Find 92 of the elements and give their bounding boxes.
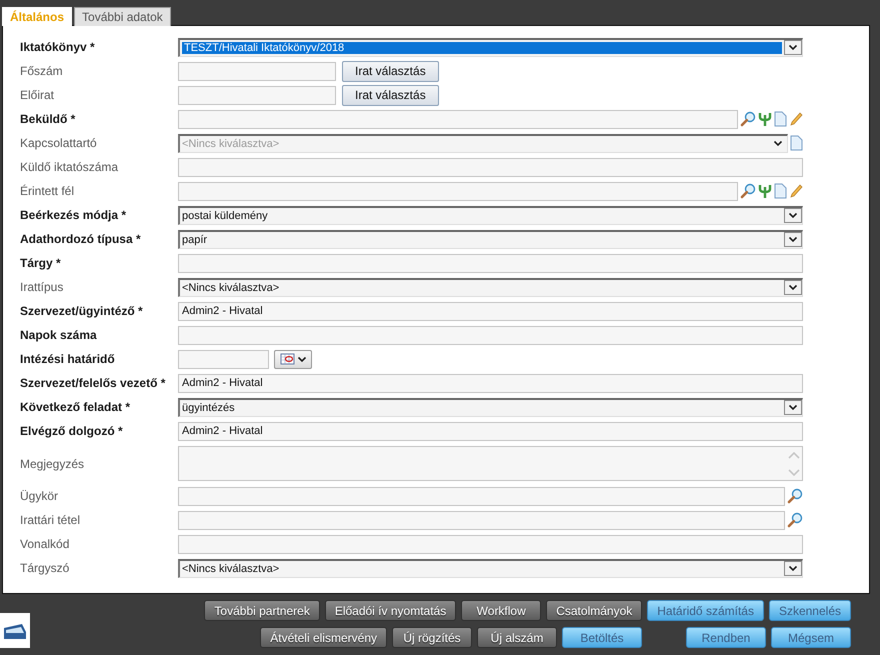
action-button[interactable]: Rendben	[686, 627, 766, 648]
field-label: Adathordozó típusa *	[20, 232, 142, 246]
chevron-icon	[773, 140, 783, 147]
input-field[interactable]	[178, 486, 785, 506]
field-label: Megjegyzés	[20, 456, 86, 470]
selected-value: ügyintézés	[182, 402, 236, 414]
action-button[interactable]: Új alszám	[477, 627, 557, 648]
dropdown-button[interactable]	[784, 280, 802, 295]
field-label: Ügykör	[20, 489, 60, 503]
select-field[interactable]: TESZT/Hivatali Iktatókönyv/2018	[178, 38, 803, 56]
fork-icon[interactable]	[758, 183, 772, 199]
fork-icon[interactable]	[758, 111, 772, 127]
input-field[interactable]	[178, 510, 785, 530]
scanner-icon[interactable]	[0, 613, 30, 648]
calendar-icon	[280, 353, 296, 365]
select-field[interactable]: <Nincs kiválasztva>	[178, 278, 803, 296]
input-field[interactable]	[178, 326, 803, 344]
dropdown-button[interactable]	[784, 232, 802, 247]
input-field[interactable]	[178, 62, 336, 80]
selected-value: <Nincs kiválasztva>	[182, 282, 280, 294]
document-icon[interactable]	[774, 183, 787, 199]
search-icon[interactable]	[787, 512, 803, 528]
field-label: Szervezet/felelős vezető *	[20, 376, 166, 390]
select-document-button[interactable]: Irat választás	[342, 60, 439, 82]
action-button[interactable]: Mégsem	[771, 627, 851, 648]
action-button[interactable]: További partnerek	[204, 600, 320, 621]
search-icon[interactable]	[740, 111, 756, 127]
chevron-icon	[788, 212, 798, 219]
select-document-button[interactable]: Irat választás	[342, 84, 439, 106]
field-label: Tárgy *	[20, 256, 62, 270]
selected-value: papír	[182, 234, 208, 246]
field-label: Következő feladat *	[20, 400, 132, 414]
input-field[interactable]	[178, 534, 803, 554]
action-button[interactable]: Előadói ív nyomtatás	[324, 600, 456, 621]
selected-value: TESZT/Hivatali Iktatókönyv/2018	[182, 42, 782, 54]
document-icon[interactable]	[790, 135, 803, 151]
chevron-icon	[788, 404, 798, 411]
field-label: Irattári tétel	[20, 513, 82, 527]
action-button[interactable]: Átvételi elismervény	[260, 627, 387, 648]
input-field[interactable]	[178, 254, 803, 272]
chevron-icon	[788, 44, 798, 51]
action-button[interactable]: Határidő számítás	[647, 600, 764, 621]
input-field[interactable]	[178, 350, 269, 368]
dropdown-button[interactable]	[784, 208, 802, 223]
input-field[interactable]: Admin2 - Hivatal	[178, 422, 803, 440]
field-label: Iktatókönyv *	[20, 40, 96, 54]
chevron-icon	[788, 565, 798, 572]
selected-value: postai küldemény	[182, 210, 269, 222]
selected-value: <Nincs kiválasztva>	[182, 138, 280, 150]
action-button[interactable]: Workflow	[461, 600, 542, 621]
dropdown-button[interactable]	[784, 400, 802, 415]
pencil-icon[interactable]	[789, 183, 803, 199]
input-field[interactable]	[178, 110, 738, 128]
field-label: Beérkezés módja *	[20, 208, 128, 222]
field-label: Előirat	[20, 88, 56, 102]
dropdown-button[interactable]	[784, 561, 802, 576]
tab[interactable]: További adatok	[74, 7, 171, 26]
input-field[interactable]	[178, 158, 803, 176]
field-label: Főszám	[20, 64, 64, 78]
action-button[interactable]: Új rögzítés	[392, 627, 472, 648]
field-label: Szervezet/ügyintéző *	[20, 304, 144, 318]
field-label: Elvégző dolgozó *	[20, 424, 124, 438]
field-label: Vonalkód	[20, 537, 70, 551]
input-field[interactable]	[178, 86, 336, 104]
document-icon[interactable]	[774, 111, 787, 127]
input-field[interactable]	[178, 182, 738, 200]
action-button[interactable]: Csatolmányok	[546, 600, 642, 621]
calendar-button[interactable]	[274, 350, 312, 368]
field-label: Beküldő *	[20, 112, 76, 126]
field-label: Kapcsolattartó	[20, 136, 98, 150]
input-field[interactable]: Admin2 - Hivatal	[178, 374, 803, 392]
select-field[interactable]: <Nincs kiválasztva>	[178, 558, 803, 578]
field-label: Napok száma	[20, 328, 98, 342]
pencil-icon[interactable]	[789, 111, 803, 127]
field-label: Irattípus	[20, 280, 64, 294]
select-field[interactable]: postai küldemény	[178, 206, 803, 224]
dropdown-button[interactable]	[784, 40, 802, 55]
chevron-icon	[788, 236, 798, 243]
search-icon[interactable]	[740, 183, 756, 199]
input-field[interactable]: Admin2 - Hivatal	[178, 302, 803, 320]
field-label: Intézési határidő	[20, 352, 116, 366]
field-label: Küldő iktatószáma	[20, 160, 120, 174]
select-field[interactable]: ügyintézés	[178, 398, 803, 416]
selected-value: <Nincs kiválasztva>	[182, 562, 280, 574]
action-button[interactable]: Szkennelés	[768, 600, 851, 621]
chevron-icon	[788, 284, 798, 291]
field-label: Tárgyszó	[20, 561, 70, 575]
field-label: Érintett fél	[20, 184, 76, 198]
search-icon[interactable]	[787, 488, 803, 504]
action-button[interactable]: Betöltés	[562, 627, 642, 648]
select-field[interactable]: papír	[178, 230, 803, 248]
chevron-icon	[296, 356, 306, 362]
